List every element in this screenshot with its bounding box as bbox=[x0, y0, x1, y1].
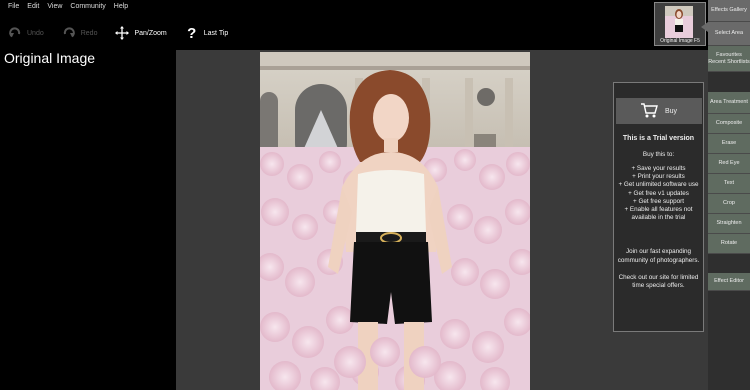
menu-edit[interactable]: Edit bbox=[27, 3, 39, 10]
undo-icon bbox=[8, 26, 22, 40]
pan-zoom-button[interactable]: Pan/Zoom bbox=[115, 26, 167, 40]
benefits-list: + Save your results + Print your results… bbox=[614, 165, 703, 222]
undo-label: Undo bbox=[27, 29, 44, 37]
community-text: Join our fast expanding community of pho… bbox=[617, 248, 700, 264]
pan-move-icon bbox=[115, 26, 130, 40]
shopping-cart-icon bbox=[640, 102, 658, 120]
toolbar: Undo Redo Pan/Zoom ? Last Tip bbox=[0, 20, 238, 46]
text-button[interactable]: Text bbox=[708, 174, 750, 194]
select-area-button[interactable]: Select Area bbox=[708, 22, 750, 46]
benefit-item: + Get free support bbox=[633, 197, 684, 205]
page-title: Original Image bbox=[4, 50, 96, 66]
redo-label: Redo bbox=[80, 29, 98, 37]
trial-heading: This is a Trial version bbox=[622, 135, 695, 142]
benefit-item: + Get unlimited software use bbox=[618, 181, 699, 189]
buy-button[interactable]: Buy bbox=[615, 98, 702, 124]
trial-panel: Buy This is a Trial version Buy this to:… bbox=[613, 82, 704, 332]
redo-icon bbox=[62, 26, 76, 40]
benefit-item: + Print your results bbox=[632, 173, 685, 181]
original-image bbox=[260, 52, 530, 390]
menu-community[interactable]: Community bbox=[70, 3, 105, 10]
effects-gallery-button[interactable]: Effects Gallery bbox=[708, 0, 750, 22]
erase-button[interactable]: Erase bbox=[708, 134, 750, 154]
menu-bar: File Edit View Community Help bbox=[0, 0, 650, 12]
menu-help[interactable]: Help bbox=[114, 3, 128, 10]
benefit-item: + Enable all features not bbox=[624, 206, 693, 214]
buy-label: Buy bbox=[664, 107, 678, 115]
benefit-item: + Save your results bbox=[631, 165, 686, 172]
buy-intro: Buy this to: bbox=[642, 151, 675, 158]
thumbnail-image bbox=[665, 6, 693, 38]
area-treatment-button[interactable]: Area Treatment bbox=[708, 92, 750, 114]
select-arrow-icon bbox=[701, 22, 708, 32]
favourites-button[interactable]: Favourites Recent Shortlists bbox=[708, 46, 750, 72]
question-mark-icon: ? bbox=[187, 24, 197, 42]
benefit-item: + Get free v1 updates bbox=[628, 189, 689, 197]
menu-view[interactable]: View bbox=[47, 3, 62, 10]
rotate-button[interactable]: Rotate bbox=[708, 234, 750, 254]
menu-file[interactable]: File bbox=[8, 3, 19, 10]
last-tip-label: Last Tip bbox=[203, 29, 229, 37]
last-tip-button[interactable]: ? Last Tip bbox=[185, 24, 229, 42]
undo-button[interactable]: Undo bbox=[8, 26, 44, 40]
redo-button[interactable]: Redo bbox=[62, 26, 98, 40]
offers-text: Check out our site for limited time spec… bbox=[618, 273, 699, 290]
right-sidebar: Effects Gallery Select Area Favourites R… bbox=[708, 0, 750, 390]
composite-button[interactable]: Composite bbox=[708, 114, 750, 134]
thumbnail-label: Original Image F5 bbox=[660, 38, 700, 44]
pan-zoom-label: Pan/Zoom bbox=[134, 29, 167, 37]
red-eye-button[interactable]: Red Eye bbox=[708, 154, 750, 174]
effect-editor-button[interactable]: Effect Editor bbox=[708, 273, 750, 291]
original-image-thumbnail[interactable]: Original Image F5 bbox=[654, 2, 706, 46]
straighten-button[interactable]: Straighten bbox=[708, 214, 750, 234]
crop-button[interactable]: Crop bbox=[708, 194, 750, 214]
benefit-item: available in the trial bbox=[631, 214, 686, 222]
